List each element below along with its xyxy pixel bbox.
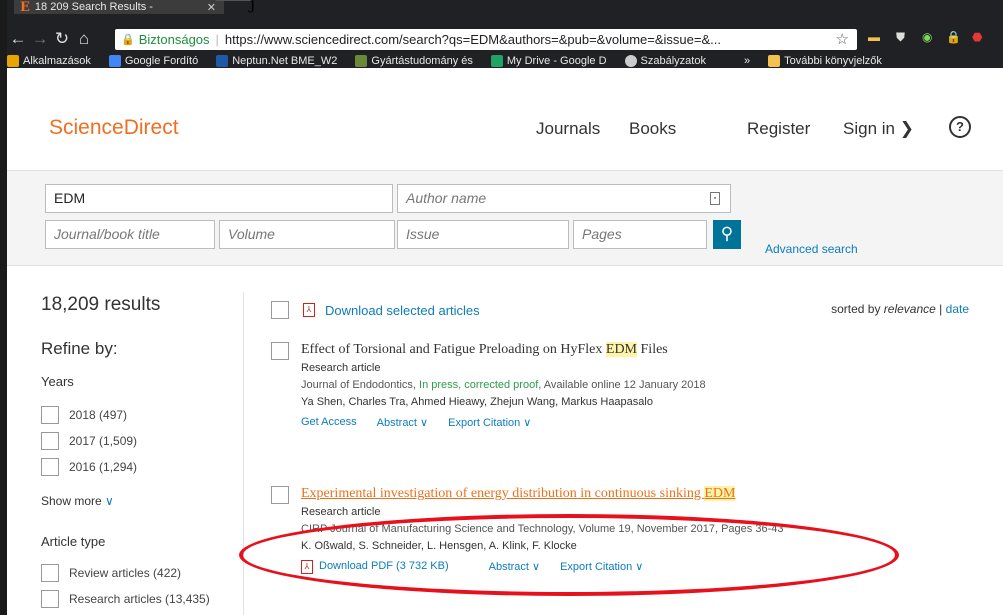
chevron-down-icon: ∨ xyxy=(105,494,114,508)
abstract-toggle[interactable]: Abstract ∨ xyxy=(377,416,428,429)
facet-year-2018[interactable]: 2018 (497) xyxy=(41,406,127,424)
show-more-years[interactable]: Show more ∨ xyxy=(41,494,114,508)
forward-icon[interactable]: → xyxy=(29,29,51,49)
nav-sign-in[interactable]: Sign in ❯ xyxy=(843,119,914,139)
highlight: EDM xyxy=(704,486,736,501)
folder-icon xyxy=(768,55,781,67)
checkbox[interactable] xyxy=(41,564,59,582)
browser-toolbar: ← → ↻ ⌂ 🔒 Biztonságos | https://www.scie… xyxy=(7,27,1003,51)
facet-year-2017[interactable]: 2017 (1,509) xyxy=(41,432,137,450)
nav-journals[interactable]: Journals xyxy=(536,119,600,139)
sort-relevance[interactable]: relevance xyxy=(884,302,936,316)
window-frame xyxy=(0,0,7,615)
elsevier-favicon-icon: E xyxy=(20,0,30,15)
bookmark-szabalyzatok[interactable]: Szabályzatok xyxy=(624,55,706,67)
get-access-link[interactable]: Get Access xyxy=(301,416,357,429)
result-item: Effect of Torsional and Fatigue Preloadi… xyxy=(271,342,971,429)
highlight: EDM xyxy=(605,342,638,357)
neptun-icon xyxy=(216,55,229,67)
bookmark-google-translate[interactable]: Google Fordító xyxy=(108,55,198,67)
lock-extension-icon[interactable]: 🔒 xyxy=(946,30,961,44)
address-bar[interactable]: 🔒 Biztonságos | https://www.sciencedirec… xyxy=(115,29,857,50)
article-type-facet-title: Article type xyxy=(41,534,106,549)
gy-icon xyxy=(355,55,368,67)
results-count: 18,209 results xyxy=(41,294,161,315)
facet-review-articles[interactable]: Review articles (422) xyxy=(41,564,181,582)
search-button[interactable]: ⚲ xyxy=(713,220,741,249)
result-title[interactable]: Effect of Torsional and Fatigue Preloadi… xyxy=(271,342,971,360)
tab-close-icon[interactable]: ✕ xyxy=(207,1,216,14)
checkbox[interactable] xyxy=(41,458,59,476)
checkbox[interactable] xyxy=(41,406,59,424)
source-line: Journal of Endodontics, In press, correc… xyxy=(301,379,706,391)
red-annotation-ellipse xyxy=(239,514,899,596)
url-text: https://www.sciencedirect.com/search?qs=… xyxy=(224,32,721,47)
article-type: Research article xyxy=(301,362,381,374)
translate-icon xyxy=(108,55,121,67)
adblock-icon[interactable]: ⬣ xyxy=(972,30,982,44)
shield-extension-icon[interactable]: ⛊ xyxy=(896,30,905,45)
sort-date-link[interactable]: date xyxy=(946,302,969,316)
result-checkbox[interactable] xyxy=(271,342,289,360)
authors-line: Ya Shen, Charles Tra, Ahmed Hieawy, Zhej… xyxy=(301,396,653,408)
author-placeholder: Author name xyxy=(406,190,487,206)
search-icon: ⚲ xyxy=(720,224,734,243)
bookmark-apps[interactable]: Alkalmazások xyxy=(7,55,91,67)
checkbox[interactable] xyxy=(41,590,59,608)
contact-card-icon: ▪ xyxy=(710,192,720,205)
pages-input[interactable]: Pages xyxy=(573,220,707,249)
sciencedirect-page: ScienceDirect Journals Books Register Si… xyxy=(7,68,1003,615)
journal-input[interactable]: Journal/book title xyxy=(45,220,215,249)
download-selected-row[interactable]: ⅄ Download selected articles xyxy=(271,301,480,319)
folder-extension-icon[interactable]: ▬ xyxy=(868,30,880,44)
author-input[interactable]: Author name ▪ xyxy=(397,184,731,213)
tab-title: 18 209 Search Results - xyxy=(34,1,153,13)
gear-icon xyxy=(624,55,637,67)
bookmark-my-drive[interactable]: My Drive - Google D xyxy=(490,55,607,67)
facet-research-articles[interactable]: Research articles (13,435) xyxy=(41,590,210,608)
refine-heading: Refine by: xyxy=(41,339,118,358)
bookmark-star-icon[interactable]: ☆ xyxy=(836,30,849,48)
help-icon[interactable]: ? xyxy=(949,116,971,138)
pdf-icon: ⅄ xyxy=(303,303,315,317)
sort-control: sorted by relevance | date xyxy=(831,302,969,316)
home-icon[interactable]: ⌂ xyxy=(73,29,95,49)
checkbox[interactable] xyxy=(41,432,59,450)
facet-year-2016[interactable]: 2016 (1,294) xyxy=(41,458,137,476)
select-all-checkbox[interactable] xyxy=(271,301,289,319)
apps-icon xyxy=(7,55,19,67)
green-extension-icon[interactable]: ◉ xyxy=(922,30,932,44)
secure-label: Biztonságos xyxy=(138,32,210,47)
years-facet-title: Years xyxy=(41,374,74,389)
more-bookmarks-button[interactable]: » xyxy=(744,55,750,67)
result-actions: Get Access Abstract ∨ Export Citation ∨ xyxy=(301,416,971,429)
overlay-glyph: j xyxy=(250,0,255,13)
omnibox-separator: | xyxy=(215,32,219,47)
column-divider xyxy=(243,292,244,615)
bookmark-gyartastudomany[interactable]: Gyártástudomány és xyxy=(355,55,473,67)
result-title[interactable]: Experimental investigation of energy dis… xyxy=(271,486,971,504)
lock-icon: 🔒 xyxy=(121,34,135,46)
export-citation-toggle[interactable]: Export Citation ∨ xyxy=(448,416,531,429)
keywords-input[interactable]: EDM xyxy=(45,184,393,213)
browser-tab[interactable]: E 18 209 Search Results - ✕ xyxy=(14,0,224,15)
advanced-search-link[interactable]: Advanced search xyxy=(765,242,858,256)
volume-input[interactable]: Volume xyxy=(219,220,395,249)
nav-books[interactable]: Books xyxy=(629,119,676,139)
issue-input[interactable]: Issue xyxy=(397,220,569,249)
download-selected-link[interactable]: Download selected articles xyxy=(325,303,480,318)
reload-icon[interactable]: ↻ xyxy=(51,29,73,49)
site-logo[interactable]: ScienceDirect xyxy=(49,116,179,140)
in-press-label: In press, corrected proof xyxy=(419,379,539,391)
back-icon[interactable]: ← xyxy=(7,29,29,49)
drive-icon xyxy=(490,55,503,67)
bookmark-neptun[interactable]: Neptun.Net BME_W2 xyxy=(216,55,337,67)
other-bookmarks-folder[interactable]: További könyvjelzők xyxy=(768,55,882,67)
result-checkbox[interactable] xyxy=(271,486,289,504)
nav-register[interactable]: Register xyxy=(747,119,810,139)
